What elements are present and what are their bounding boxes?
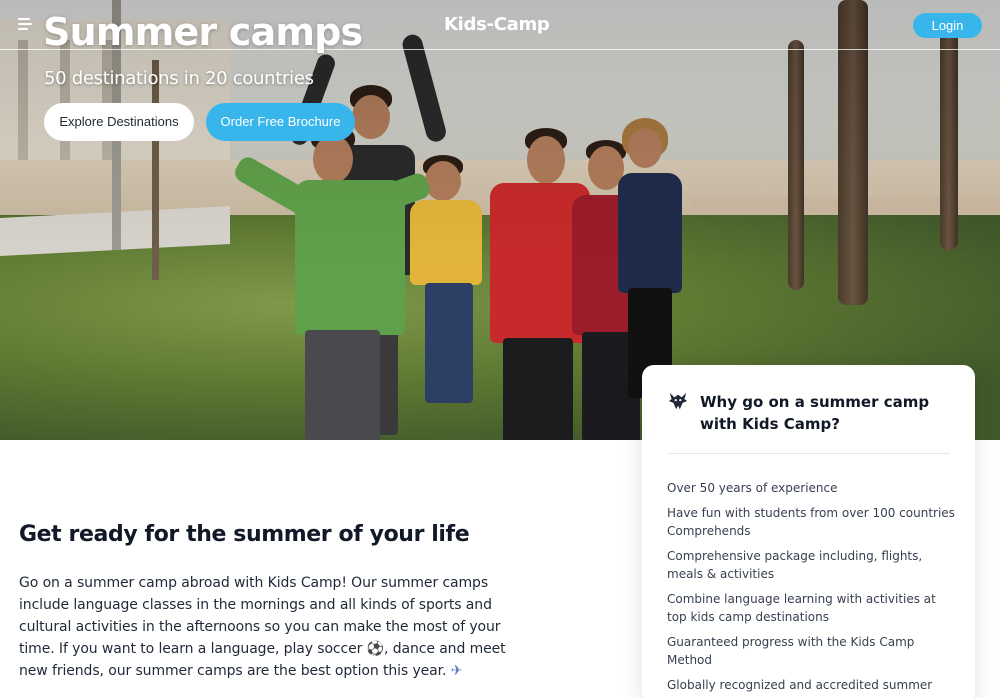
site-logo[interactable]: Kids-Camp — [444, 14, 550, 35]
login-button[interactable]: Login — [913, 13, 982, 38]
hamburger-menu-icon[interactable] — [18, 18, 32, 30]
why-kids-camp-card: Why go on a summer camp with Kids Camp? … — [642, 365, 975, 698]
benefits-list: Over 50 years of experience Have fun wit… — [667, 479, 957, 698]
benefit-item: Comprehensive package including, flights… — [667, 549, 923, 581]
benefit-item: Over 50 years of experience — [667, 481, 838, 495]
card-divider — [667, 453, 950, 454]
benefit-item: Globally recognized and accredited summe… — [667, 678, 933, 698]
main-heading: Get ready for the summer of your life — [19, 522, 470, 547]
airplane-icon: ✈ — [450, 663, 463, 679]
card-title: Why go on a summer camp with Kids Camp? — [700, 393, 930, 433]
benefit-item: Guaranteed progress with the Kids Camp M… — [667, 635, 915, 667]
benefit-item: Have fun with students from over 100 cou… — [667, 506, 955, 538]
hero-title: Summer camps — [43, 10, 363, 54]
soccer-ball-icon: ⚽ — [366, 641, 384, 657]
main-paragraph: Go on a summer camp abroad with Kids Cam… — [19, 572, 509, 682]
explore-destinations-button[interactable]: Explore Destinations — [44, 103, 194, 141]
hero-subtitle: 50 destinations in 20 countries — [44, 68, 314, 89]
order-brochure-button[interactable]: Order Free Brochure — [206, 103, 355, 141]
benefit-item: Combine language learning with activitie… — [667, 592, 936, 624]
wolf-logo-icon — [668, 392, 688, 410]
